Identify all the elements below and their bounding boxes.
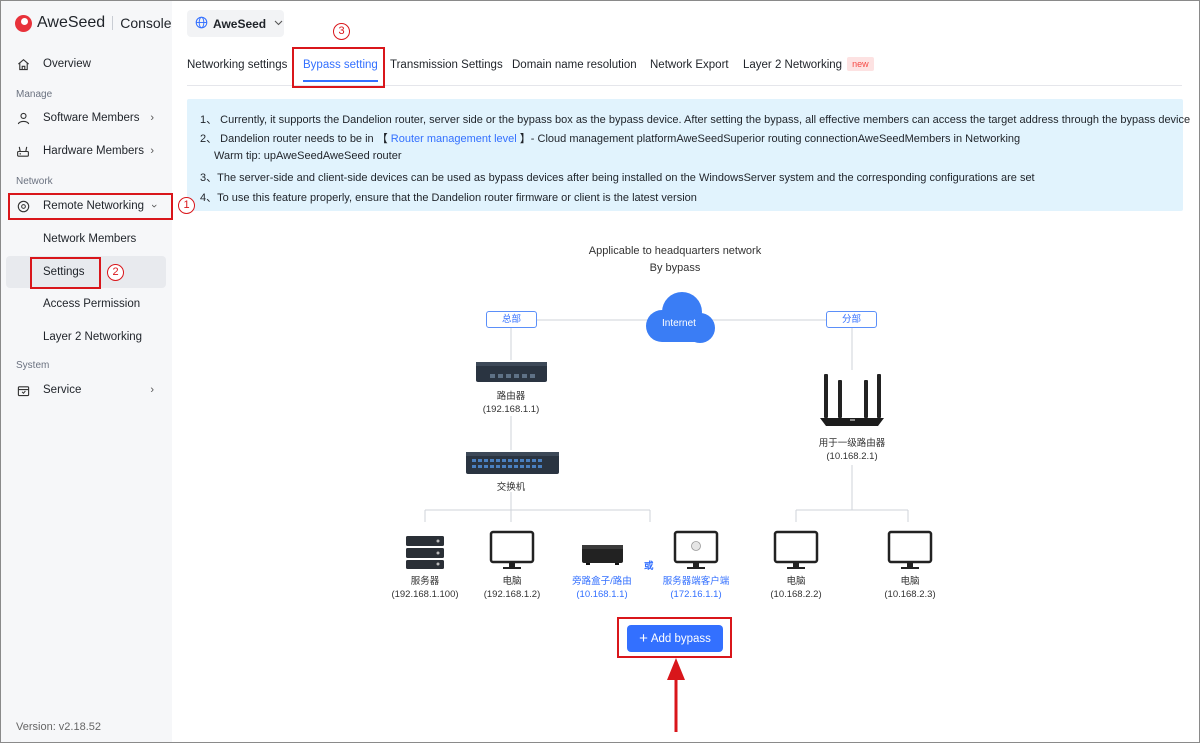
annotation-box-bypass-tab [292, 47, 385, 88]
topology-diagram [406, 292, 933, 732]
pc1-name: 电脑 [502, 576, 522, 587]
annotation-number-3: 3 [333, 23, 350, 40]
computer-monitor-icon [773, 530, 819, 569]
or-label: 或 [644, 561, 654, 572]
bypass-name: 旁路盒子/路由 [572, 576, 632, 587]
server-icon [406, 536, 444, 569]
wifi-router-icon [820, 374, 884, 426]
pc1-ip: (192.168.1.2) [483, 589, 541, 600]
pc3-name: 电脑 [900, 576, 920, 587]
pc3-label: 电脑 (10.168.2.3) [860, 575, 960, 601]
router-ip: (192.168.1.1) [482, 404, 540, 415]
pc1-label: 电脑 (192.168.1.2) [462, 575, 562, 601]
server-label: 服务器 (192.168.1.100) [375, 575, 475, 601]
branch-router-ip: (10.168.2.1) [826, 451, 878, 462]
server-ip: (192.168.1.100) [391, 589, 459, 600]
pc3-ip: (10.168.2.3) [884, 589, 936, 600]
server-name: 服务器 [410, 576, 440, 587]
annotation-arrow-up-icon [667, 658, 685, 732]
pc2-label: 电脑 (10.168.2.2) [746, 575, 846, 601]
client-name: 服务器端客户端 [662, 576, 730, 587]
hq-tag: 总部 [486, 311, 537, 328]
branch-tag: 分部 [826, 311, 877, 328]
annotation-box-add-bypass [617, 617, 732, 658]
router-name: 路由器 [496, 391, 526, 402]
bypass-ip: (10.168.1.1) [576, 589, 628, 600]
branch-router-label: 用于一级路由器 (10.168.2.1) [802, 437, 902, 463]
switch-label: 交换机 [496, 482, 526, 493]
client-monitor-icon [673, 530, 719, 569]
router-label: 路由器 (192.168.1.1) [461, 390, 561, 416]
annotation-box-remote-networking [8, 193, 173, 220]
computer-monitor-icon [887, 530, 933, 569]
annotation-number-2: 2 [107, 264, 124, 281]
internet-label: Internet [662, 318, 696, 329]
client-label: 服务器端客户端 (172.16.1.1) [646, 575, 746, 601]
switch-device-icon [466, 452, 559, 474]
pc2-name: 电脑 [786, 576, 806, 587]
computer-monitor-icon [489, 530, 535, 569]
bypass-label: 旁路盒子/路由 (10.168.1.1) [552, 575, 652, 601]
branch-router-name: 用于一级路由器 [818, 438, 886, 449]
router-device-icon [476, 362, 547, 382]
annotation-box-settings [30, 257, 101, 289]
pc2-ip: (10.168.2.2) [770, 589, 822, 600]
client-ip: (172.16.1.1) [670, 589, 722, 600]
annotation-number-1: 1 [178, 197, 195, 214]
bypass-box-icon [582, 545, 623, 565]
